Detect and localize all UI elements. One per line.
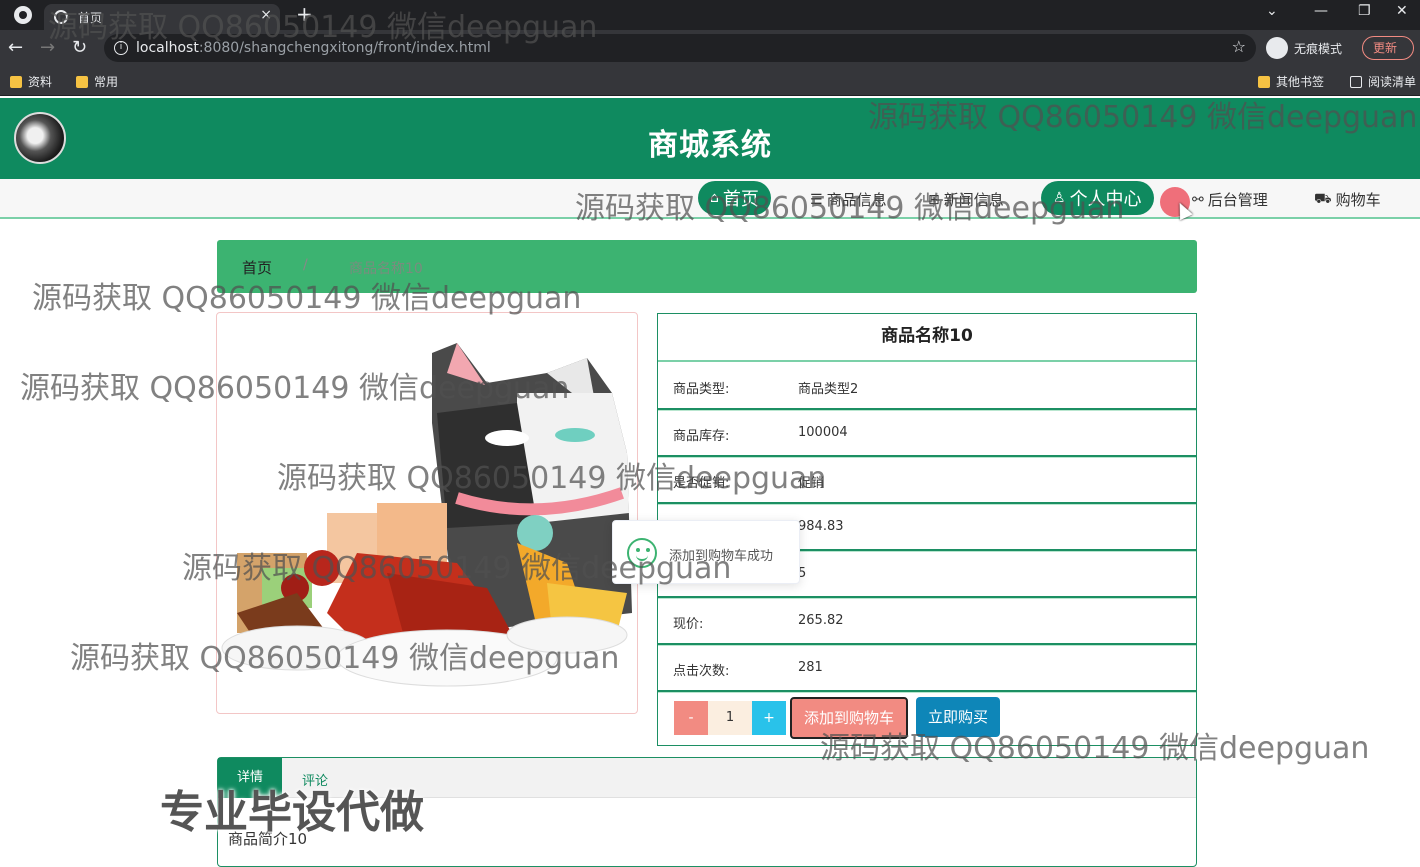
home-icon: ⌂	[710, 190, 719, 206]
breadcrumb-separator: /	[303, 257, 308, 273]
link-icon: ⚯	[1192, 191, 1204, 208]
quantity-minus-button[interactable]: -	[674, 701, 708, 735]
reading-list-icon	[1350, 75, 1362, 88]
toast-message: 添加到购物车成功	[669, 549, 774, 564]
nav-label: 个人中心	[1069, 189, 1142, 210]
info-row-price: 现价: 265.82	[658, 598, 1196, 645]
restore-icon[interactable]: ❐	[1358, 3, 1371, 19]
nav-user-center[interactable]: ♙ 个人中心	[1041, 181, 1154, 215]
nav-label: 商品信息	[826, 191, 887, 209]
row-label: 商品类型:	[673, 382, 730, 397]
bookmark-folder-changyong[interactable]: 常用	[76, 73, 118, 90]
folder-icon	[76, 75, 88, 88]
row-label: 商品库存:	[673, 429, 730, 444]
browser-logo-icon	[14, 6, 32, 24]
nav-cart[interactable]: ⛟ 购物车	[1314, 189, 1381, 210]
bookmark-label: 阅读清单	[1368, 75, 1417, 89]
bookmark-folder-ziliao[interactable]: 资料	[10, 73, 52, 90]
site-title: 商城系统	[648, 128, 772, 163]
close-window-icon[interactable]: ✕	[1396, 3, 1408, 19]
nav-news[interactable]: ⊞ 新闻信息	[928, 189, 1004, 210]
browser-toolbar: ← → ↻ i localhost:8080/shangchengxitong/…	[0, 30, 1420, 66]
main-nav: ⌂ 首页 ☰ 商品信息 ⊞ 新闻信息 ♙ 个人中心 ⚯ 后台管理 ⛟ 购物车	[0, 179, 1420, 219]
list-icon: ☰	[810, 191, 823, 208]
row-label: 点击次数:	[673, 664, 730, 679]
folder-icon	[10, 75, 22, 88]
bookmark-label: 其他书签	[1276, 75, 1325, 89]
reading-list[interactable]: 阅读清单	[1350, 73, 1416, 90]
bookmark-other[interactable]: 其他书签	[1258, 73, 1324, 90]
site-info-icon[interactable]: i	[114, 41, 128, 55]
url-text: localhost:8080/shangchengxitong/front/in…	[136, 40, 491, 56]
quantity-input[interactable]: 1	[708, 701, 752, 735]
info-row-category: 商品类型: 商品类型2	[658, 363, 1196, 410]
purchase-actions: - 1 + 添加到购物车 立即购买	[658, 692, 1196, 746]
row-value: 281	[798, 660, 823, 675]
nav-home[interactable]: ⌂ 首页	[698, 181, 771, 215]
bookmark-star-icon[interactable]: ☆	[1232, 37, 1246, 56]
globe-icon	[54, 10, 68, 24]
product-image	[216, 312, 638, 714]
tab-search-icon[interactable]: ⌄	[1266, 3, 1278, 19]
new-tab-button[interactable]: +	[296, 2, 313, 26]
incognito-label: 无痕模式	[1294, 41, 1343, 56]
forward-icon[interactable]: →	[40, 37, 55, 58]
minimize-icon[interactable]: —	[1314, 3, 1328, 19]
incognito-indicator[interactable]: 无痕模式	[1266, 36, 1342, 60]
close-tab-icon[interactable]: ×	[260, 7, 272, 23]
info-row-stock: 商品库存: 100004	[658, 410, 1196, 457]
breadcrumb-current: 商品名称10	[349, 261, 423, 277]
row-value: 100004	[798, 425, 848, 440]
reload-icon[interactable]: ↻	[72, 37, 87, 58]
user-icon: ♙	[1053, 190, 1066, 206]
nav-label: 后台管理	[1207, 191, 1268, 209]
info-row-clicks: 点击次数: 281	[658, 645, 1196, 692]
row-label: 是否促销:	[673, 476, 730, 491]
row-value: 商品类型2	[798, 382, 859, 397]
back-icon[interactable]: ←	[8, 37, 23, 58]
product-name: 商品名称10	[658, 314, 1196, 362]
smile-icon	[627, 538, 657, 568]
snack-cat-illustration	[221, 343, 632, 687]
cart-icon: ⛟	[1314, 190, 1332, 207]
nav-label: 新闻信息	[943, 191, 1004, 209]
info-row-promotion: 是否促销: 促销	[658, 457, 1196, 504]
browser-tab[interactable]: 首页 ×	[44, 4, 280, 30]
success-toast: 添加到购物车成功	[612, 520, 800, 584]
update-button[interactable]: 更新	[1362, 36, 1414, 60]
bookmarks-bar: 资料 常用 其他书签 阅读清单	[0, 66, 1420, 96]
nav-products[interactable]: ☰ 商品信息	[810, 189, 887, 210]
site-header: 商城系统	[0, 98, 1420, 179]
breadcrumb-home[interactable]: 首页	[242, 257, 272, 278]
bookmark-label: 资料	[28, 75, 53, 89]
incognito-icon	[1266, 37, 1288, 59]
address-bar[interactable]: i localhost:8080/shangchengxitong/front/…	[104, 34, 1256, 62]
breadcrumb: 首页 / 商品名称10	[217, 240, 1197, 293]
nav-label: 购物车	[1335, 191, 1381, 209]
buy-now-button[interactable]: 立即购买	[916, 697, 1000, 737]
news-icon: ⊞	[928, 191, 940, 208]
watermark-big: 专业毕设代做	[160, 787, 424, 838]
row-value: 265.82	[798, 613, 844, 628]
row-value: 984.83	[798, 519, 844, 534]
browser-tab-title: 首页	[78, 11, 103, 25]
bookmark-label: 常用	[94, 75, 119, 89]
add-to-cart-button[interactable]: 添加到购物车	[790, 697, 908, 739]
row-label: 现价:	[673, 617, 704, 632]
nav-admin[interactable]: ⚯ 后台管理	[1192, 189, 1268, 210]
nav-label: 首页	[722, 189, 759, 210]
folder-icon	[1258, 75, 1270, 88]
browser-tab-strip: 首页 × + ⌄ — ❐ ✕	[0, 0, 1420, 30]
quantity-plus-button[interactable]: +	[752, 701, 786, 735]
row-value: 促销	[798, 476, 825, 491]
